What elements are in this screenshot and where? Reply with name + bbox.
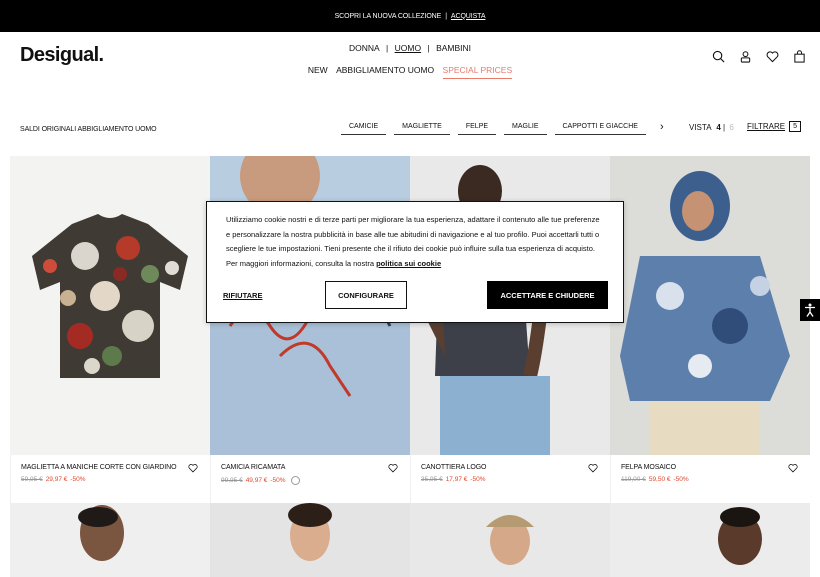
accessibility-button[interactable]	[800, 299, 820, 321]
filter-count-badge: 5	[789, 121, 801, 132]
wishlist-heart-icon[interactable]	[188, 463, 198, 473]
chip-magliette[interactable]: MAGLIETTE	[394, 121, 450, 135]
nav-special-prices[interactable]: SPECIAL PRICES	[442, 65, 513, 79]
cookie-consent-dialog: Utilizziamo cookie nostri e di terze par…	[206, 201, 624, 323]
chip-felpe[interactable]: FELPE	[457, 121, 497, 135]
chip-camicie[interactable]: CAMICIE	[341, 121, 387, 135]
product-image[interactable]	[210, 503, 410, 577]
view-toggle: VISTA 4 | 6	[689, 123, 734, 132]
promo-separator: |	[445, 12, 447, 20]
discount-badge: -50%	[270, 477, 286, 485]
discount-badge: -50%	[70, 476, 86, 483]
product-info: CAMICIA RICAMATA 99,95 €49,97 € -50%	[210, 455, 410, 503]
product-image[interactable]	[410, 503, 610, 577]
product-price: 59,95 €29,97 € -50%	[21, 476, 200, 483]
promo-bar: SCOPRI LA NUOVA COLLEZIONE | ACQUISTA	[0, 0, 820, 32]
view-label: VISTA	[689, 123, 712, 132]
filter-label: FILTRARE	[747, 122, 786, 131]
gender-nav: DONNA | UOMO | BAMBINI	[0, 43, 820, 53]
product-card[interactable]	[410, 503, 610, 577]
product-card[interactable]	[210, 503, 410, 577]
accessibility-icon	[805, 303, 815, 317]
nav-new[interactable]: NEW	[308, 65, 328, 75]
sale-price: 59,50 €	[648, 476, 671, 483]
view-separator: |	[723, 123, 726, 132]
cookie-policy-link[interactable]: politica sui cookie	[376, 259, 441, 268]
product-image[interactable]	[610, 156, 810, 455]
product-card[interactable]: MAGLIETTA A MANICHE CORTE CON GIARDINO 5…	[10, 156, 210, 503]
user-icon[interactable]	[739, 50, 752, 63]
product-name[interactable]: CANOTTIERA LOGO	[421, 464, 600, 471]
product-info: CANOTTIERA LOGO 35,95 €17,97 € -50%	[410, 455, 610, 503]
old-price: 35,95 €	[421, 476, 443, 483]
nav-donna[interactable]: DONNA	[349, 43, 380, 53]
product-name[interactable]: MAGLIETTA A MANICHE CORTE CON GIARDINO	[21, 464, 200, 471]
chip-maglie[interactable]: MAGLIE	[504, 121, 547, 135]
product-image[interactable]	[10, 156, 210, 455]
chip-cappotti[interactable]: CAPPOTTI E GIACCHE	[554, 121, 646, 135]
product-image[interactable]	[610, 503, 810, 577]
nav-abbigliamento[interactable]: ABBIGLIAMENTO UOMO	[336, 65, 434, 75]
wishlist-heart-icon[interactable]	[588, 463, 598, 473]
filter-button[interactable]: FILTRARE 5	[747, 121, 801, 132]
search-icon[interactable]	[712, 50, 725, 63]
chevron-right-icon[interactable]: ›	[660, 121, 664, 133]
old-price: 59,95 €	[21, 476, 43, 483]
product-price: 119,00 €59,50 € -50%	[621, 476, 800, 483]
nav-separator: |	[427, 43, 430, 53]
product-name[interactable]: CAMICIA RICAMATA	[221, 464, 400, 471]
discount-badge: -50%	[470, 476, 486, 483]
view-4-option[interactable]: 4	[716, 123, 720, 132]
old-price: 99,95 €	[221, 477, 243, 485]
product-info: MAGLIETTA A MANICHE CORTE CON GIARDINO 5…	[10, 455, 210, 503]
wishlist-heart-icon[interactable]	[788, 463, 798, 473]
configure-button[interactable]: CONFIGURARE	[325, 281, 407, 309]
category-chips: CAMICIE MAGLIETTE FELPE MAGLIE CAPPOTTI …	[341, 121, 646, 135]
reject-button[interactable]: RIFIUTARE	[223, 291, 262, 300]
heart-icon[interactable]	[766, 50, 779, 63]
product-info: FELPA MOSAICO 119,00 €59,50 € -50%	[610, 455, 810, 503]
product-card[interactable]	[610, 503, 810, 577]
breadcrumb: SALDI ORIGINALI ABBIGLIAMENTO UOMO	[20, 126, 157, 133]
header-icons	[712, 50, 806, 63]
category-nav: NEW ABBIGLIAMENTO UOMO SPECIAL PRICES	[0, 65, 820, 79]
product-name[interactable]: FELPA MOSAICO	[621, 464, 800, 471]
discount-badge: -50%	[673, 476, 689, 483]
product-price: 99,95 €49,97 € -50%	[221, 476, 400, 485]
promo-link[interactable]: ACQUISTA	[451, 13, 486, 20]
old-price: 119,00 €	[621, 476, 646, 483]
sale-price: 49,97 €	[245, 477, 268, 485]
product-card[interactable]: FELPA MOSAICO 119,00 €59,50 € -50%	[610, 156, 810, 503]
product-card[interactable]	[10, 503, 210, 577]
product-price: 35,95 €17,97 € -50%	[421, 476, 600, 483]
accept-button[interactable]: ACCETTARE E CHIUDERE	[487, 281, 608, 309]
nav-bambini[interactable]: BAMBINI	[436, 43, 471, 53]
info-icon[interactable]	[291, 476, 301, 485]
bag-icon[interactable]	[793, 50, 806, 63]
product-image[interactable]	[10, 503, 210, 577]
cookie-text-block: Utilizziamo cookie nostri e di terze par…	[226, 213, 601, 271]
wishlist-heart-icon[interactable]	[388, 463, 398, 473]
nav-uomo[interactable]: UOMO	[395, 43, 421, 53]
sale-price: 29,97 €	[45, 476, 68, 483]
promo-text: SCOPRI LA NUOVA COLLEZIONE	[334, 12, 442, 20]
sale-price: 17,97 €	[445, 476, 468, 483]
view-6-option[interactable]: 6	[729, 123, 733, 132]
nav-separator: |	[386, 43, 389, 53]
